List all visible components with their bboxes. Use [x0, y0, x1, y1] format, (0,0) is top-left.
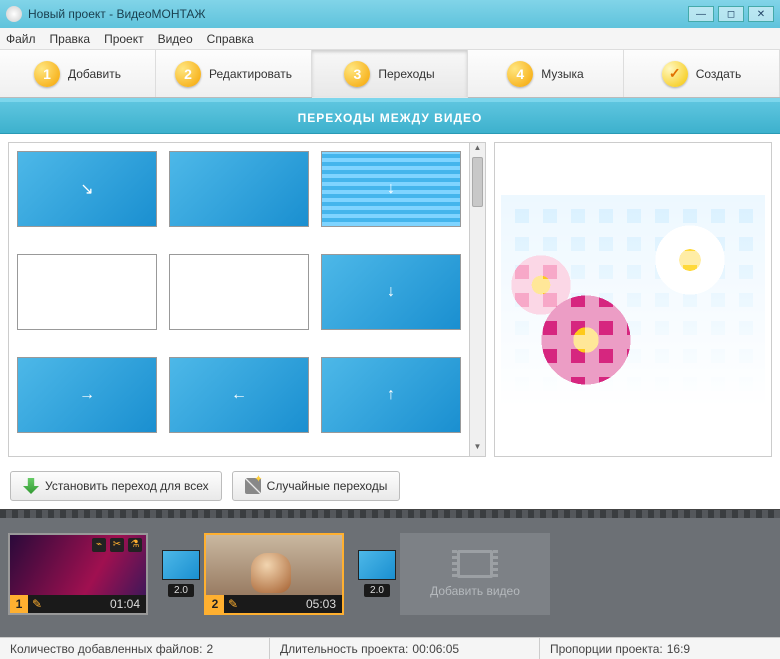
- arrow-icon: ←: [231, 386, 247, 404]
- status-files-label: Количество добавленных файлов:: [10, 642, 202, 656]
- scroll-down-icon[interactable]: ▼: [470, 442, 485, 456]
- transition-thumb[interactable]: [17, 254, 157, 330]
- title-bar: Новый проект - ВидеоМОНТАЖ — ◻ ✕: [0, 0, 780, 28]
- status-duration-value: 00:06:05: [412, 642, 459, 656]
- transition-thumb[interactable]: ↓: [321, 254, 461, 330]
- film-icon: [457, 550, 493, 578]
- status-duration-label: Длительность проекта:: [280, 642, 408, 656]
- step-number-icon: 3: [344, 61, 370, 87]
- menu-help[interactable]: Справка: [207, 32, 254, 46]
- clip-index: 2: [206, 595, 224, 613]
- timeline: ⌁ ✂ ⚗ 1 ✎ 01:04 2.0 2 ✎ 05:03 2.0 Д: [0, 509, 780, 637]
- step-tab-music[interactable]: 4 Музыка: [468, 50, 624, 97]
- step-number-icon: 4: [507, 61, 533, 87]
- cut-icon: ✂: [110, 538, 124, 552]
- close-button[interactable]: ✕: [748, 6, 774, 22]
- transition-duration: 2.0: [364, 584, 390, 597]
- maximize-button[interactable]: ◻: [718, 6, 744, 22]
- transition-thumb[interactable]: [169, 151, 309, 227]
- preview-image: [501, 195, 765, 405]
- step-number-icon: 1: [34, 61, 60, 87]
- edit-clip-button[interactable]: ✎: [28, 595, 46, 613]
- download-icon: [23, 478, 39, 494]
- transition-thumbnail: [358, 550, 396, 580]
- timeline-transition[interactable]: 2.0: [162, 550, 200, 597]
- check-icon: [662, 61, 688, 87]
- main-area: ↘ ↓ ↓ → ← ↑ ▲ ▼: [0, 134, 780, 465]
- scroll-thumb[interactable]: [472, 157, 483, 207]
- action-row: Установить переход для всех Случайные пе…: [0, 465, 780, 509]
- minimize-button[interactable]: —: [688, 6, 714, 22]
- arrow-icon: ↓: [387, 283, 395, 301]
- random-transitions-button[interactable]: Случайные переходы: [232, 471, 401, 501]
- clip-duration: 05:03: [242, 597, 342, 611]
- section-header: ПЕРЕХОДЫ МЕЖДУ ВИДЕО: [0, 98, 780, 134]
- step-label: Создать: [696, 67, 742, 81]
- scroll-up-icon[interactable]: ▲: [470, 143, 485, 157]
- arrow-icon: ↘: [80, 179, 93, 199]
- timeline-clip[interactable]: 2 ✎ 05:03: [204, 533, 354, 615]
- clip-index: 1: [10, 595, 28, 613]
- status-bar: Количество добавленных файлов: 2 Длитель…: [0, 637, 780, 659]
- step-label: Переходы: [378, 67, 434, 81]
- menu-video[interactable]: Видео: [158, 32, 193, 46]
- add-video-slot[interactable]: Добавить видео: [400, 533, 550, 615]
- window-title: Новый проект - ВидеоМОНТАЖ: [28, 7, 206, 21]
- menu-bar: Файл Правка Проект Видео Справка: [0, 28, 780, 50]
- clip-duration: 01:04: [46, 597, 146, 611]
- transitions-panel: ↘ ↓ ↓ → ← ↑ ▲ ▼: [8, 142, 486, 457]
- edit-clip-button[interactable]: ✎: [224, 595, 242, 613]
- menu-file[interactable]: Файл: [6, 32, 36, 46]
- speed-icon: ⌁: [92, 538, 106, 552]
- transition-thumb[interactable]: ↑: [321, 357, 461, 433]
- step-tab-create[interactable]: Создать: [624, 50, 780, 97]
- step-number-icon: 2: [175, 61, 201, 87]
- clip-thumbnail: ⌁ ✂ ⚗ 1 ✎ 01:04: [8, 533, 148, 615]
- transition-thumb[interactable]: ←: [169, 357, 309, 433]
- preview-panel: [494, 142, 772, 457]
- status-aspect-label: Пропорции проекта:: [550, 642, 663, 656]
- flask-icon: ⚗: [128, 538, 142, 552]
- apply-all-button[interactable]: Установить переход для всех: [10, 471, 222, 501]
- status-aspect-value: 16:9: [667, 642, 690, 656]
- section-title: ПЕРЕХОДЫ МЕЖДУ ВИДЕО: [298, 111, 483, 125]
- transition-thumb[interactable]: ↘: [17, 151, 157, 227]
- step-tab-add[interactable]: 1 Добавить: [0, 50, 156, 97]
- arrow-icon: →: [79, 386, 95, 404]
- arrow-icon: ↑: [387, 386, 395, 404]
- menu-edit[interactable]: Правка: [50, 32, 91, 46]
- timeline-transition[interactable]: 2.0: [358, 550, 396, 597]
- wand-icon: [245, 478, 261, 494]
- transition-duration: 2.0: [168, 584, 194, 597]
- transitions-grid: ↘ ↓ ↓ → ← ↑: [9, 143, 469, 456]
- step-label: Редактировать: [209, 67, 292, 81]
- button-label: Установить переход для всех: [45, 479, 209, 493]
- arrow-icon: ↓: [387, 180, 395, 198]
- scrollbar[interactable]: ▲ ▼: [469, 143, 485, 456]
- step-label: Добавить: [68, 67, 121, 81]
- step-label: Музыка: [541, 67, 583, 81]
- app-icon: [6, 6, 22, 22]
- transition-thumbnail: [162, 550, 200, 580]
- timeline-clip[interactable]: ⌁ ✂ ⚗ 1 ✎ 01:04: [8, 533, 158, 615]
- transition-thumb[interactable]: ↓: [321, 151, 461, 227]
- step-tabs: 1 Добавить 2 Редактировать 3 Переходы 4 …: [0, 50, 780, 98]
- status-files-value: 2: [206, 642, 213, 656]
- clip-thumbnail: 2 ✎ 05:03: [204, 533, 344, 615]
- transition-thumb[interactable]: →: [17, 357, 157, 433]
- menu-project[interactable]: Проект: [104, 32, 144, 46]
- step-tab-edit[interactable]: 2 Редактировать: [156, 50, 312, 97]
- add-video-label: Добавить видео: [430, 584, 520, 598]
- transition-thumb[interactable]: [169, 254, 309, 330]
- step-tab-transitions[interactable]: 3 Переходы: [312, 50, 468, 98]
- button-label: Случайные переходы: [267, 479, 388, 493]
